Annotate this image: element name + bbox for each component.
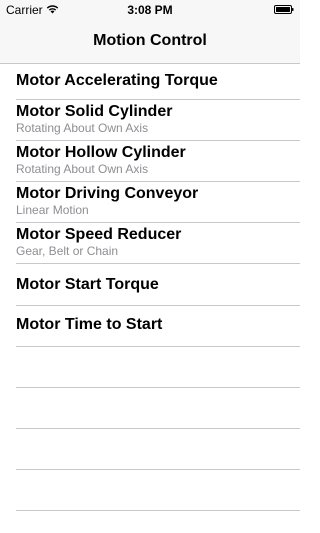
list-item-title: Motor Time to Start — [16, 316, 163, 333]
list-item-subtitle: Rotating About Own Axis — [16, 162, 149, 176]
list-item-speed-reducer[interactable]: Motor Speed Reducer Gear, Belt or Chain — [0, 223, 300, 264]
menu-list: Motor Accelerating Torque Motor Solid Cy… — [0, 64, 300, 511]
page-title: Motion Control — [93, 32, 207, 49]
empty-row — [0, 388, 300, 429]
empty-row — [0, 470, 300, 511]
battery-icon — [274, 5, 294, 14]
empty-row — [0, 347, 300, 388]
list-item-title: Motor Accelerating Torque — [16, 72, 218, 89]
status-bar: Carrier 3:08 PM — [0, 0, 300, 20]
list-item-title: Motor Hollow Cylinder — [16, 144, 186, 161]
list-item-title: Motor Start Torque — [16, 276, 159, 293]
list-item-accelerating-torque[interactable]: Motor Accelerating Torque — [0, 64, 300, 100]
list-item-start-torque[interactable]: Motor Start Torque — [0, 264, 300, 306]
list-item-title: Motor Speed Reducer — [16, 226, 182, 243]
list-item-title: Motor Driving Conveyor — [16, 185, 199, 202]
list-item-subtitle: Gear, Belt or Chain — [16, 244, 119, 258]
list-item-title: Motor Solid Cylinder — [16, 103, 173, 120]
list-item-subtitle: Rotating About Own Axis — [16, 121, 149, 135]
list-item-solid-cylinder[interactable]: Motor Solid Cylinder Rotating About Own … — [0, 100, 300, 141]
list-item-hollow-cylinder[interactable]: Motor Hollow Cylinder Rotating About Own… — [0, 141, 300, 182]
list-item-driving-conveyor[interactable]: Motor Driving Conveyor Linear Motion — [0, 182, 300, 223]
status-time: 3:08 PM — [127, 3, 173, 17]
navigation-bar: Carrier 3:08 PM Motion Control — [0, 0, 300, 64]
empty-row — [0, 429, 300, 470]
list-item-subtitle: Linear Motion — [16, 203, 89, 217]
list-item-time-to-start[interactable]: Motor Time to Start — [0, 306, 300, 347]
screen: Carrier 3:08 PM Motion Control Motor Acc… — [0, 0, 300, 533]
